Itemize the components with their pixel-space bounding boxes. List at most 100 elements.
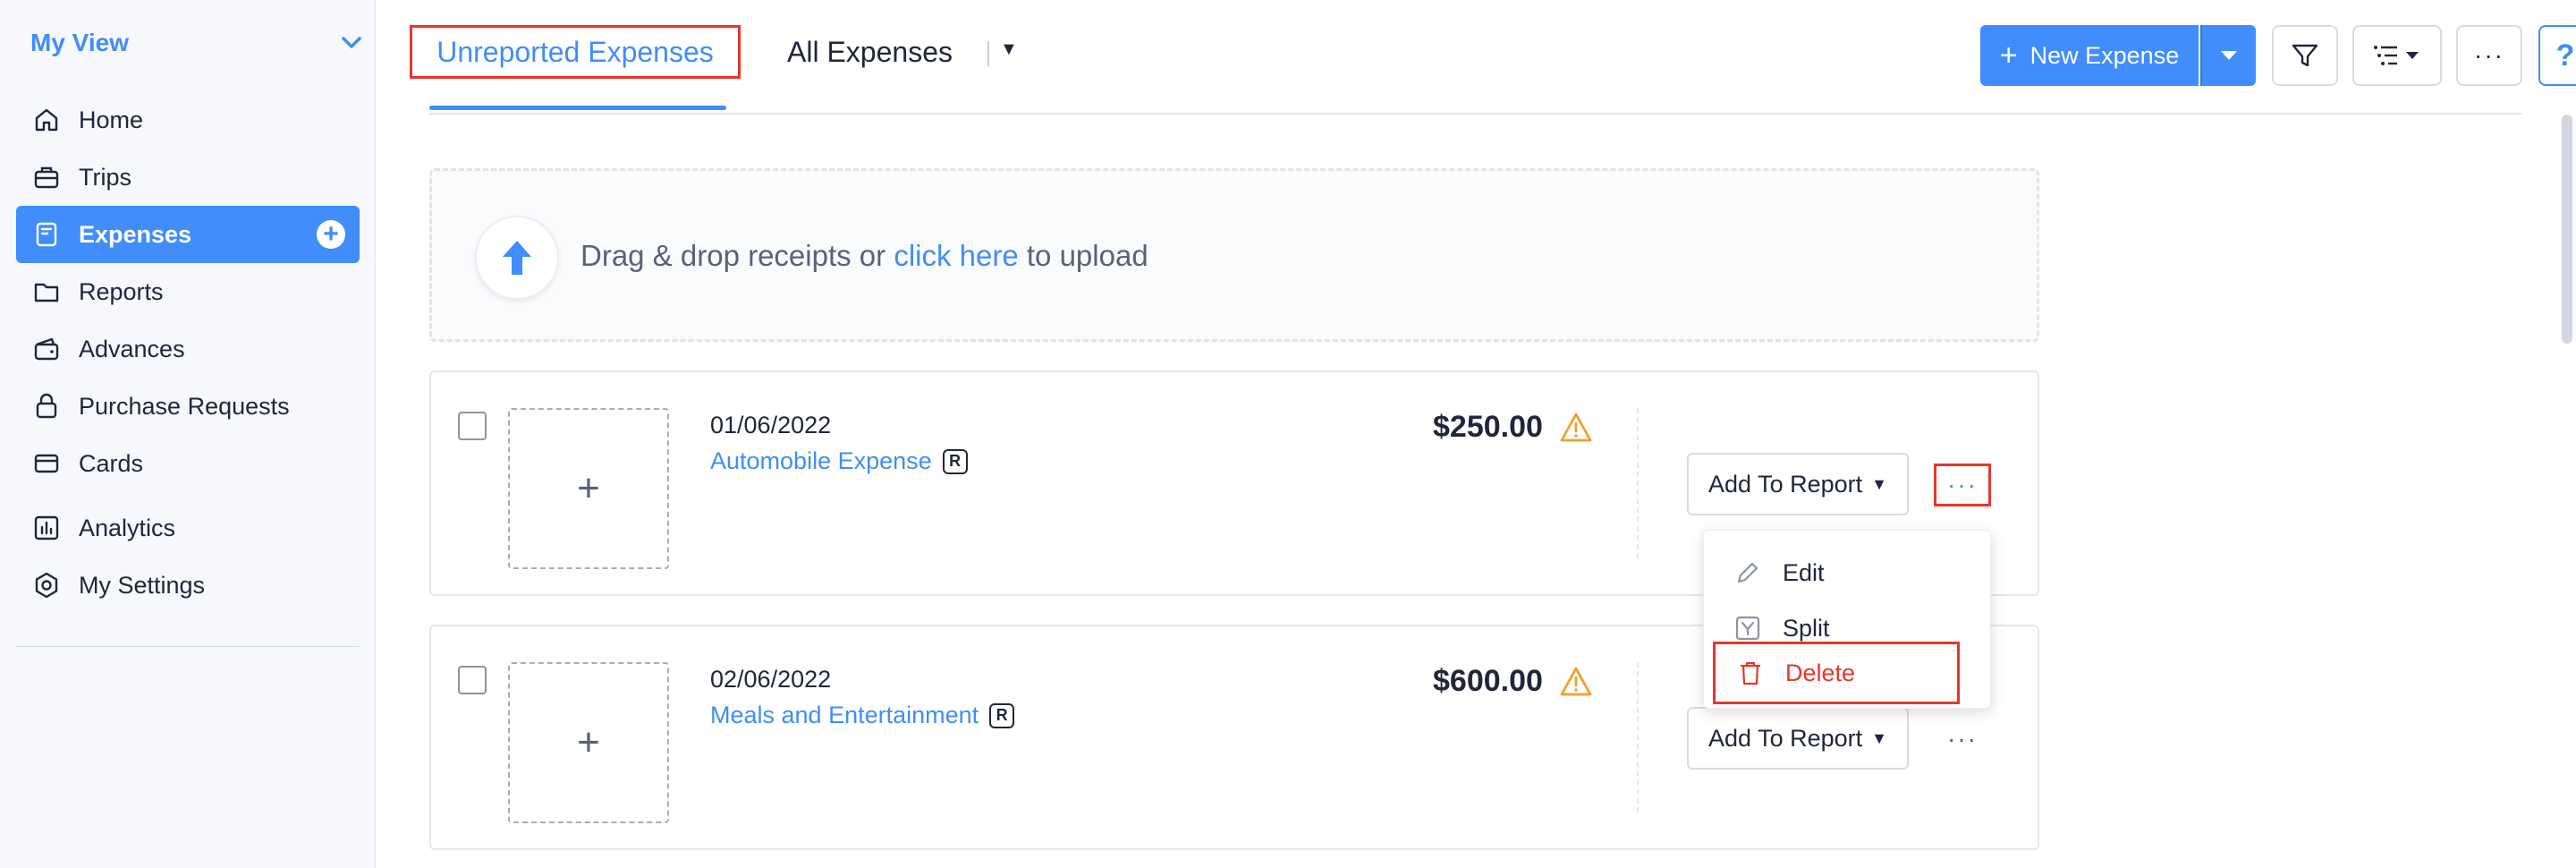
tab-dropdown-caret-icon[interactable]: ▼ bbox=[1000, 39, 1018, 60]
gear-icon bbox=[30, 569, 63, 601]
sidebar-item-trips[interactable]: Trips bbox=[16, 149, 360, 206]
sidebar-item-home[interactable]: Home bbox=[16, 91, 360, 149]
wallet-icon bbox=[30, 333, 63, 365]
plus-icon: + bbox=[1999, 38, 2018, 72]
card-icon bbox=[30, 447, 63, 480]
add-to-report-label: Add To Report bbox=[1708, 470, 1863, 498]
help-icon: ? bbox=[2555, 38, 2575, 72]
expense-category-link[interactable]: Automobile Expense R bbox=[710, 447, 968, 475]
bar-chart-icon bbox=[30, 512, 63, 544]
trash-icon bbox=[1735, 658, 1766, 688]
expense-amount: $600.00 bbox=[1433, 664, 1543, 698]
caret-down-icon: ▼ bbox=[1871, 474, 1887, 493]
add-to-report-button[interactable]: Add To Report ▼ bbox=[1687, 453, 1909, 515]
sidebar-item-purchase-requests[interactable]: Purchase Requests bbox=[16, 378, 360, 435]
tab-unreported-expenses[interactable]: Unreported Expenses bbox=[410, 25, 741, 79]
lock-bag-icon bbox=[30, 390, 63, 422]
split-icon bbox=[1733, 613, 1763, 643]
menu-item-label: Delete bbox=[1785, 659, 1856, 686]
expense-date: 01/06/2022 bbox=[710, 412, 832, 438]
sidebar-item-label: Expenses bbox=[79, 220, 192, 248]
new-expense-button[interactable]: + New Expense bbox=[1980, 25, 2199, 86]
menu-item-label: Edit bbox=[1783, 558, 1825, 586]
expense-category: Automobile Expense bbox=[710, 447, 932, 474]
row-more-actions-button[interactable]: ··· bbox=[1934, 718, 1991, 761]
folder-icon bbox=[30, 276, 63, 308]
pencil-icon bbox=[1733, 557, 1763, 588]
sidebar-item-reports[interactable]: Reports bbox=[16, 263, 360, 320]
menu-item-delete[interactable]: Delete bbox=[1713, 642, 1960, 704]
sidebar-item-label: My Settings bbox=[79, 571, 206, 599]
menu-item-label: Split bbox=[1783, 614, 1830, 642]
warning-icon[interactable] bbox=[1560, 412, 1592, 444]
attach-receipt-placeholder[interactable]: + bbox=[508, 408, 669, 569]
warning-icon[interactable] bbox=[1560, 666, 1592, 698]
sidebar-item-analytics[interactable]: Analytics bbox=[16, 499, 360, 557]
ellipsis-icon: ··· bbox=[2474, 41, 2504, 69]
plus-icon: + bbox=[577, 466, 600, 510]
add-to-report-button[interactable]: Add To Report ▼ bbox=[1687, 707, 1909, 770]
sidebar-item-expenses[interactable]: Expenses + bbox=[16, 206, 360, 263]
add-expense-icon[interactable]: + bbox=[317, 220, 345, 249]
receipt-icon bbox=[30, 218, 63, 251]
reimbursable-badge: R bbox=[989, 702, 1015, 728]
row-checkbox[interactable] bbox=[458, 666, 487, 694]
new-expense-dropdown-button[interactable] bbox=[2200, 25, 2256, 86]
upload-text-after: to upload bbox=[1026, 239, 1148, 272]
ellipsis-icon: ··· bbox=[1947, 725, 1978, 753]
sidebar-item-label: Analytics bbox=[79, 514, 176, 541]
caret-down-icon: ▼ bbox=[1871, 728, 1887, 747]
new-expense-label: New Expense bbox=[2029, 41, 2180, 69]
sidebar-item-label: Home bbox=[79, 106, 144, 133]
menu-item-edit[interactable]: Edit bbox=[1704, 549, 1992, 597]
expense-date: 02/06/2022 bbox=[710, 666, 832, 693]
row-more-actions-button[interactable]: ··· bbox=[1934, 464, 1991, 506]
tab-all-expenses[interactable]: All Expenses bbox=[787, 25, 953, 79]
vertical-scrollbar[interactable] bbox=[2562, 115, 2572, 344]
tab-label: Unreported Expenses bbox=[436, 35, 714, 68]
active-tab-indicator bbox=[429, 106, 726, 110]
caret-down-icon bbox=[2221, 51, 2237, 60]
home-icon bbox=[30, 104, 63, 136]
sidebar-item-advances[interactable]: Advances bbox=[16, 320, 360, 378]
upload-link[interactable]: click here bbox=[894, 239, 1018, 272]
upload-text-before: Drag & drop receipts or bbox=[580, 239, 886, 272]
row-checkbox[interactable] bbox=[458, 412, 487, 440]
sidebar-item-label: Purchase Requests bbox=[79, 392, 290, 420]
filter-icon bbox=[2292, 44, 2318, 67]
sidebar: My View Home Trips Expenses + Reports Ad… bbox=[0, 0, 376, 868]
receipt-dropzone[interactable]: Drag & drop receipts or click here to up… bbox=[429, 168, 2039, 342]
upload-instructions: Drag & drop receipts or click here to up… bbox=[580, 239, 1148, 273]
filter-button[interactable] bbox=[2272, 25, 2338, 86]
sidebar-item-label: Cards bbox=[79, 449, 144, 477]
tab-separator bbox=[987, 41, 989, 66]
attach-receipt-placeholder[interactable]: + bbox=[508, 662, 669, 823]
help-button[interactable]: ? bbox=[2538, 25, 2576, 86]
row-divider bbox=[1637, 408, 1639, 558]
sidebar-item-label: Advances bbox=[79, 335, 185, 362]
sidebar-item-label: Reports bbox=[79, 277, 164, 305]
sidebar-divider bbox=[16, 646, 360, 647]
expense-category-link[interactable]: Meals and Entertainment R bbox=[710, 702, 1015, 729]
view-options-button[interactable] bbox=[2352, 25, 2442, 86]
add-to-report-label: Add To Report bbox=[1708, 724, 1863, 752]
row-actions-menu: Edit Split Delete bbox=[1703, 530, 1991, 709]
ellipsis-icon: ··· bbox=[1947, 471, 1978, 498]
plus-icon: + bbox=[577, 720, 600, 764]
sidebar-item-my-settings[interactable]: My Settings bbox=[16, 557, 360, 614]
tab-label: All Expenses bbox=[787, 35, 953, 68]
sidebar-item-cards[interactable]: Cards bbox=[16, 435, 360, 492]
view-switcher-label: My View bbox=[30, 29, 129, 56]
view-switcher[interactable]: My View bbox=[30, 25, 361, 61]
row-divider bbox=[1637, 662, 1639, 813]
suitcase-icon bbox=[30, 161, 63, 193]
header-divider bbox=[429, 113, 2522, 115]
more-actions-button[interactable]: ··· bbox=[2456, 25, 2522, 86]
expense-category: Meals and Entertainment bbox=[710, 702, 979, 728]
upload-arrow-icon bbox=[503, 241, 531, 275]
chevron-down-icon bbox=[342, 31, 361, 55]
sidebar-item-label: Trips bbox=[79, 163, 131, 191]
expense-amount: $250.00 bbox=[1433, 410, 1543, 444]
reimbursable-badge: R bbox=[942, 448, 968, 474]
upload-button[interactable] bbox=[475, 216, 559, 300]
